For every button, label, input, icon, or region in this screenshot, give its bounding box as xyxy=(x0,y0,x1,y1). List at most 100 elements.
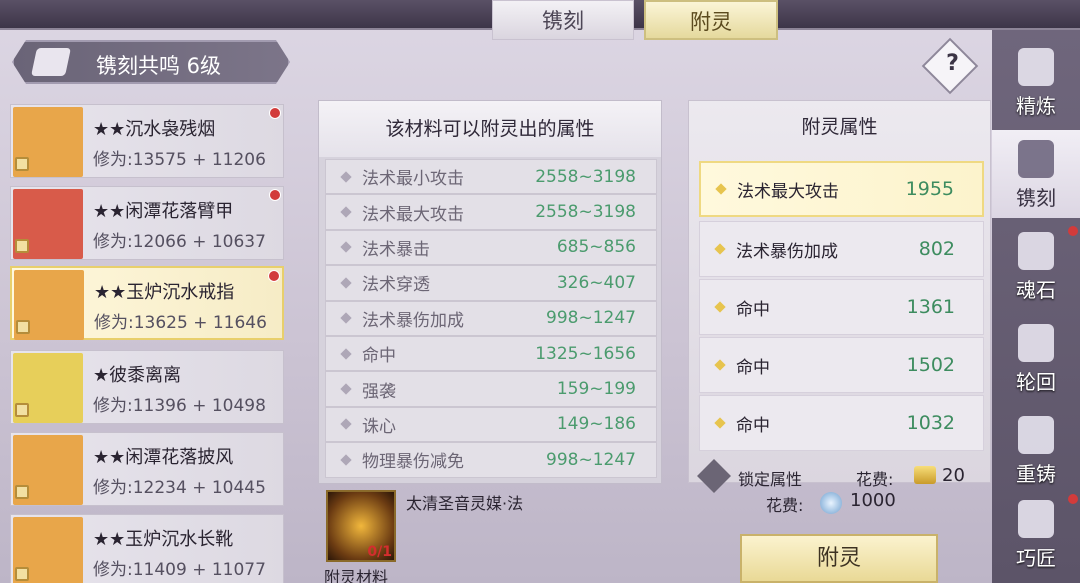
tab-engrave[interactable]: 镌刻 xyxy=(492,0,634,40)
equipment-stat: 修为:11396 + 10498 xyxy=(93,396,266,416)
silver-cost: 1000 xyxy=(850,490,896,511)
attribute-value: 1502 xyxy=(906,354,955,376)
attribute-name: 命中 xyxy=(736,415,770,436)
notification-dot xyxy=(268,270,280,282)
diamond-icon xyxy=(715,183,727,195)
attribute-name: 法术暴伤加成 xyxy=(736,241,838,262)
resonance-label: 镌刻共鸣 6级 xyxy=(96,54,222,78)
equipment-stat: 修为:11409 + 11077 xyxy=(93,560,266,580)
lock-icon xyxy=(15,567,29,581)
diamond-icon xyxy=(714,301,726,313)
sidebar-label: 精炼 xyxy=(1016,94,1056,118)
engrave-resonance-icon xyxy=(31,48,71,76)
equipment-name: ★★玉炉沉水长靴 xyxy=(93,529,234,550)
attribute-range: 159~199 xyxy=(556,379,636,400)
attribute-range-row: 物理暴伤减免 998~1247 xyxy=(325,442,657,478)
equipment-name: ★★闲潭花落披风 xyxy=(93,447,234,468)
sidebar-label: 魂石 xyxy=(1016,278,1056,302)
list-item[interactable]: ★★玉炉沉水长靴 修为:11409 + 11077 xyxy=(10,514,284,583)
craftsman-icon xyxy=(1018,500,1054,538)
enchant-attribute-row[interactable]: 命中 1502 xyxy=(699,337,984,393)
sidebar-item-craftsman[interactable]: 巧匠 xyxy=(992,490,1080,578)
sidebar-item-recast[interactable]: 重铸 xyxy=(992,406,1080,494)
list-item[interactable]: ★★沉水袅残烟 修为:13575 + 11206 xyxy=(10,104,284,178)
attribute-range-row: 法术暴击 685~856 xyxy=(325,229,657,266)
lock-label: 锁定属性 xyxy=(738,470,803,489)
diamond-icon xyxy=(340,312,352,324)
lock-icon xyxy=(15,239,29,253)
attribute-range-row: 命中 1325~1656 xyxy=(325,335,657,372)
attribute-range-row: 法术最大攻击 2558~3198 xyxy=(325,194,657,230)
attribute-name: 法术最小攻击 xyxy=(362,169,464,190)
equipment-stat: 修为:13625 + 11646 xyxy=(94,313,267,333)
sidebar-item-soulstone[interactable]: 魂石 xyxy=(992,222,1080,310)
attribute-range: 998~1247 xyxy=(546,308,636,329)
material-name: 太清圣音灵媒·法 xyxy=(406,494,524,513)
sidebar-item-refine[interactable]: 精炼 xyxy=(992,38,1080,126)
equipment-stat: 修为:12066 + 10637 xyxy=(93,232,266,252)
lock-icon xyxy=(15,157,29,171)
attribute-range: 326~407 xyxy=(556,272,636,293)
list-item[interactable]: ★★闲潭花落披风 修为:12234 + 10445 xyxy=(10,432,284,506)
panel-header: 附灵属性 xyxy=(801,116,878,138)
lock-checkbox[interactable] xyxy=(697,459,731,493)
attribute-value: 802 xyxy=(918,238,955,260)
right-sidebar: 精炼 镌刻 魂石 轮回 重铸 巧匠 xyxy=(992,30,1080,583)
lock-attribute-row: 锁定属性 花费: 20 xyxy=(697,459,988,493)
material-slot[interactable]: 0/1 xyxy=(326,490,396,562)
silver-coin-icon xyxy=(820,492,842,514)
list-item[interactable]: ★彼黍离离 修为:11396 + 10498 xyxy=(10,350,284,424)
cost-label: 花费: xyxy=(856,470,894,489)
panel-header: 该材料可以附灵出的属性 xyxy=(319,101,661,157)
attribute-name: 法术暴击 xyxy=(362,239,430,260)
attribute-value: 1032 xyxy=(906,412,955,434)
enchant-attribute-row[interactable]: 法术暴伤加成 802 xyxy=(699,221,984,277)
sidebar-label: 镌刻 xyxy=(1016,186,1056,210)
material-label: 附灵材料 xyxy=(324,568,389,583)
enchant-attribute-row[interactable]: 命中 1032 xyxy=(699,395,984,451)
sidebar-label: 重铸 xyxy=(1016,462,1056,486)
help-button[interactable]: ? xyxy=(921,37,979,95)
attribute-name: 命中 xyxy=(736,299,770,320)
equipment-name: ★★沉水袅残烟 xyxy=(93,119,216,140)
notification-dot xyxy=(1068,226,1078,236)
attribute-name: 命中 xyxy=(362,346,396,367)
list-item-selected[interactable]: ★★玉炉沉水戒指 修为:13625 + 11646 xyxy=(10,266,284,340)
list-item[interactable]: ★★闲潭花落臂甲 修为:12066 + 10637 xyxy=(10,186,284,260)
attribute-name: 法术暴伤加成 xyxy=(362,310,464,331)
recast-icon xyxy=(1018,416,1054,454)
attribute-range-row: 法术暴伤加成 998~1247 xyxy=(325,300,657,336)
enchant-attribute-row[interactable]: 法术最大攻击 1955 xyxy=(699,161,984,217)
question-icon: ? xyxy=(946,51,959,77)
reincarnation-icon xyxy=(1018,324,1054,362)
soulstone-icon xyxy=(1018,232,1054,270)
attribute-range-row: 法术穿透 326~407 xyxy=(325,265,657,301)
tab-enchant[interactable]: 附灵 xyxy=(644,0,778,40)
silver-cost-row: 花费: 1000 xyxy=(766,490,966,518)
equipment-name: ★彼黍离离 xyxy=(93,365,182,386)
diamond-icon xyxy=(714,417,726,429)
diamond-icon xyxy=(340,171,352,183)
diamond-icon xyxy=(340,241,352,254)
enchant-button[interactable]: 附灵 xyxy=(740,534,938,583)
diamond-icon xyxy=(340,383,352,395)
attribute-value: 1361 xyxy=(906,296,955,318)
sidebar-item-engrave[interactable]: 镌刻 xyxy=(992,130,1080,218)
gold-cost: 20 xyxy=(942,465,965,486)
attribute-name: 诛心 xyxy=(362,416,396,437)
lock-icon xyxy=(16,320,30,334)
app-root: { "title": "镌刻", "resonance": {"label": … xyxy=(0,0,1080,583)
diamond-icon xyxy=(340,418,352,431)
attribute-range: 685~856 xyxy=(556,237,636,258)
possible-attributes-panel: 该材料可以附灵出的属性 法术最小攻击 2558~3198 法术最大攻击 2558~3… xyxy=(318,100,662,484)
enchant-attribute-row[interactable]: 命中 1361 xyxy=(699,279,984,335)
resonance-badge[interactable]: 镌刻共鸣 6级 xyxy=(12,40,290,84)
refine-icon xyxy=(1018,48,1054,86)
attribute-name: 法术穿透 xyxy=(362,275,430,296)
enchant-attributes-panel: 附灵属性 法术最大攻击 1955 法术暴伤加成 802 命中 1361 命中 1502 … xyxy=(688,100,991,483)
equipment-list[interactable]: ★★沉水袅残烟 修为:13575 + 11206 ★★闲潭花落臂甲 修为:120… xyxy=(10,104,286,583)
sidebar-item-reincarnation[interactable]: 轮回 xyxy=(992,314,1080,402)
sidebar-label: 巧匠 xyxy=(1016,546,1056,570)
cost-label: 花费: xyxy=(766,496,804,515)
sidebar-label: 轮回 xyxy=(1016,370,1056,394)
